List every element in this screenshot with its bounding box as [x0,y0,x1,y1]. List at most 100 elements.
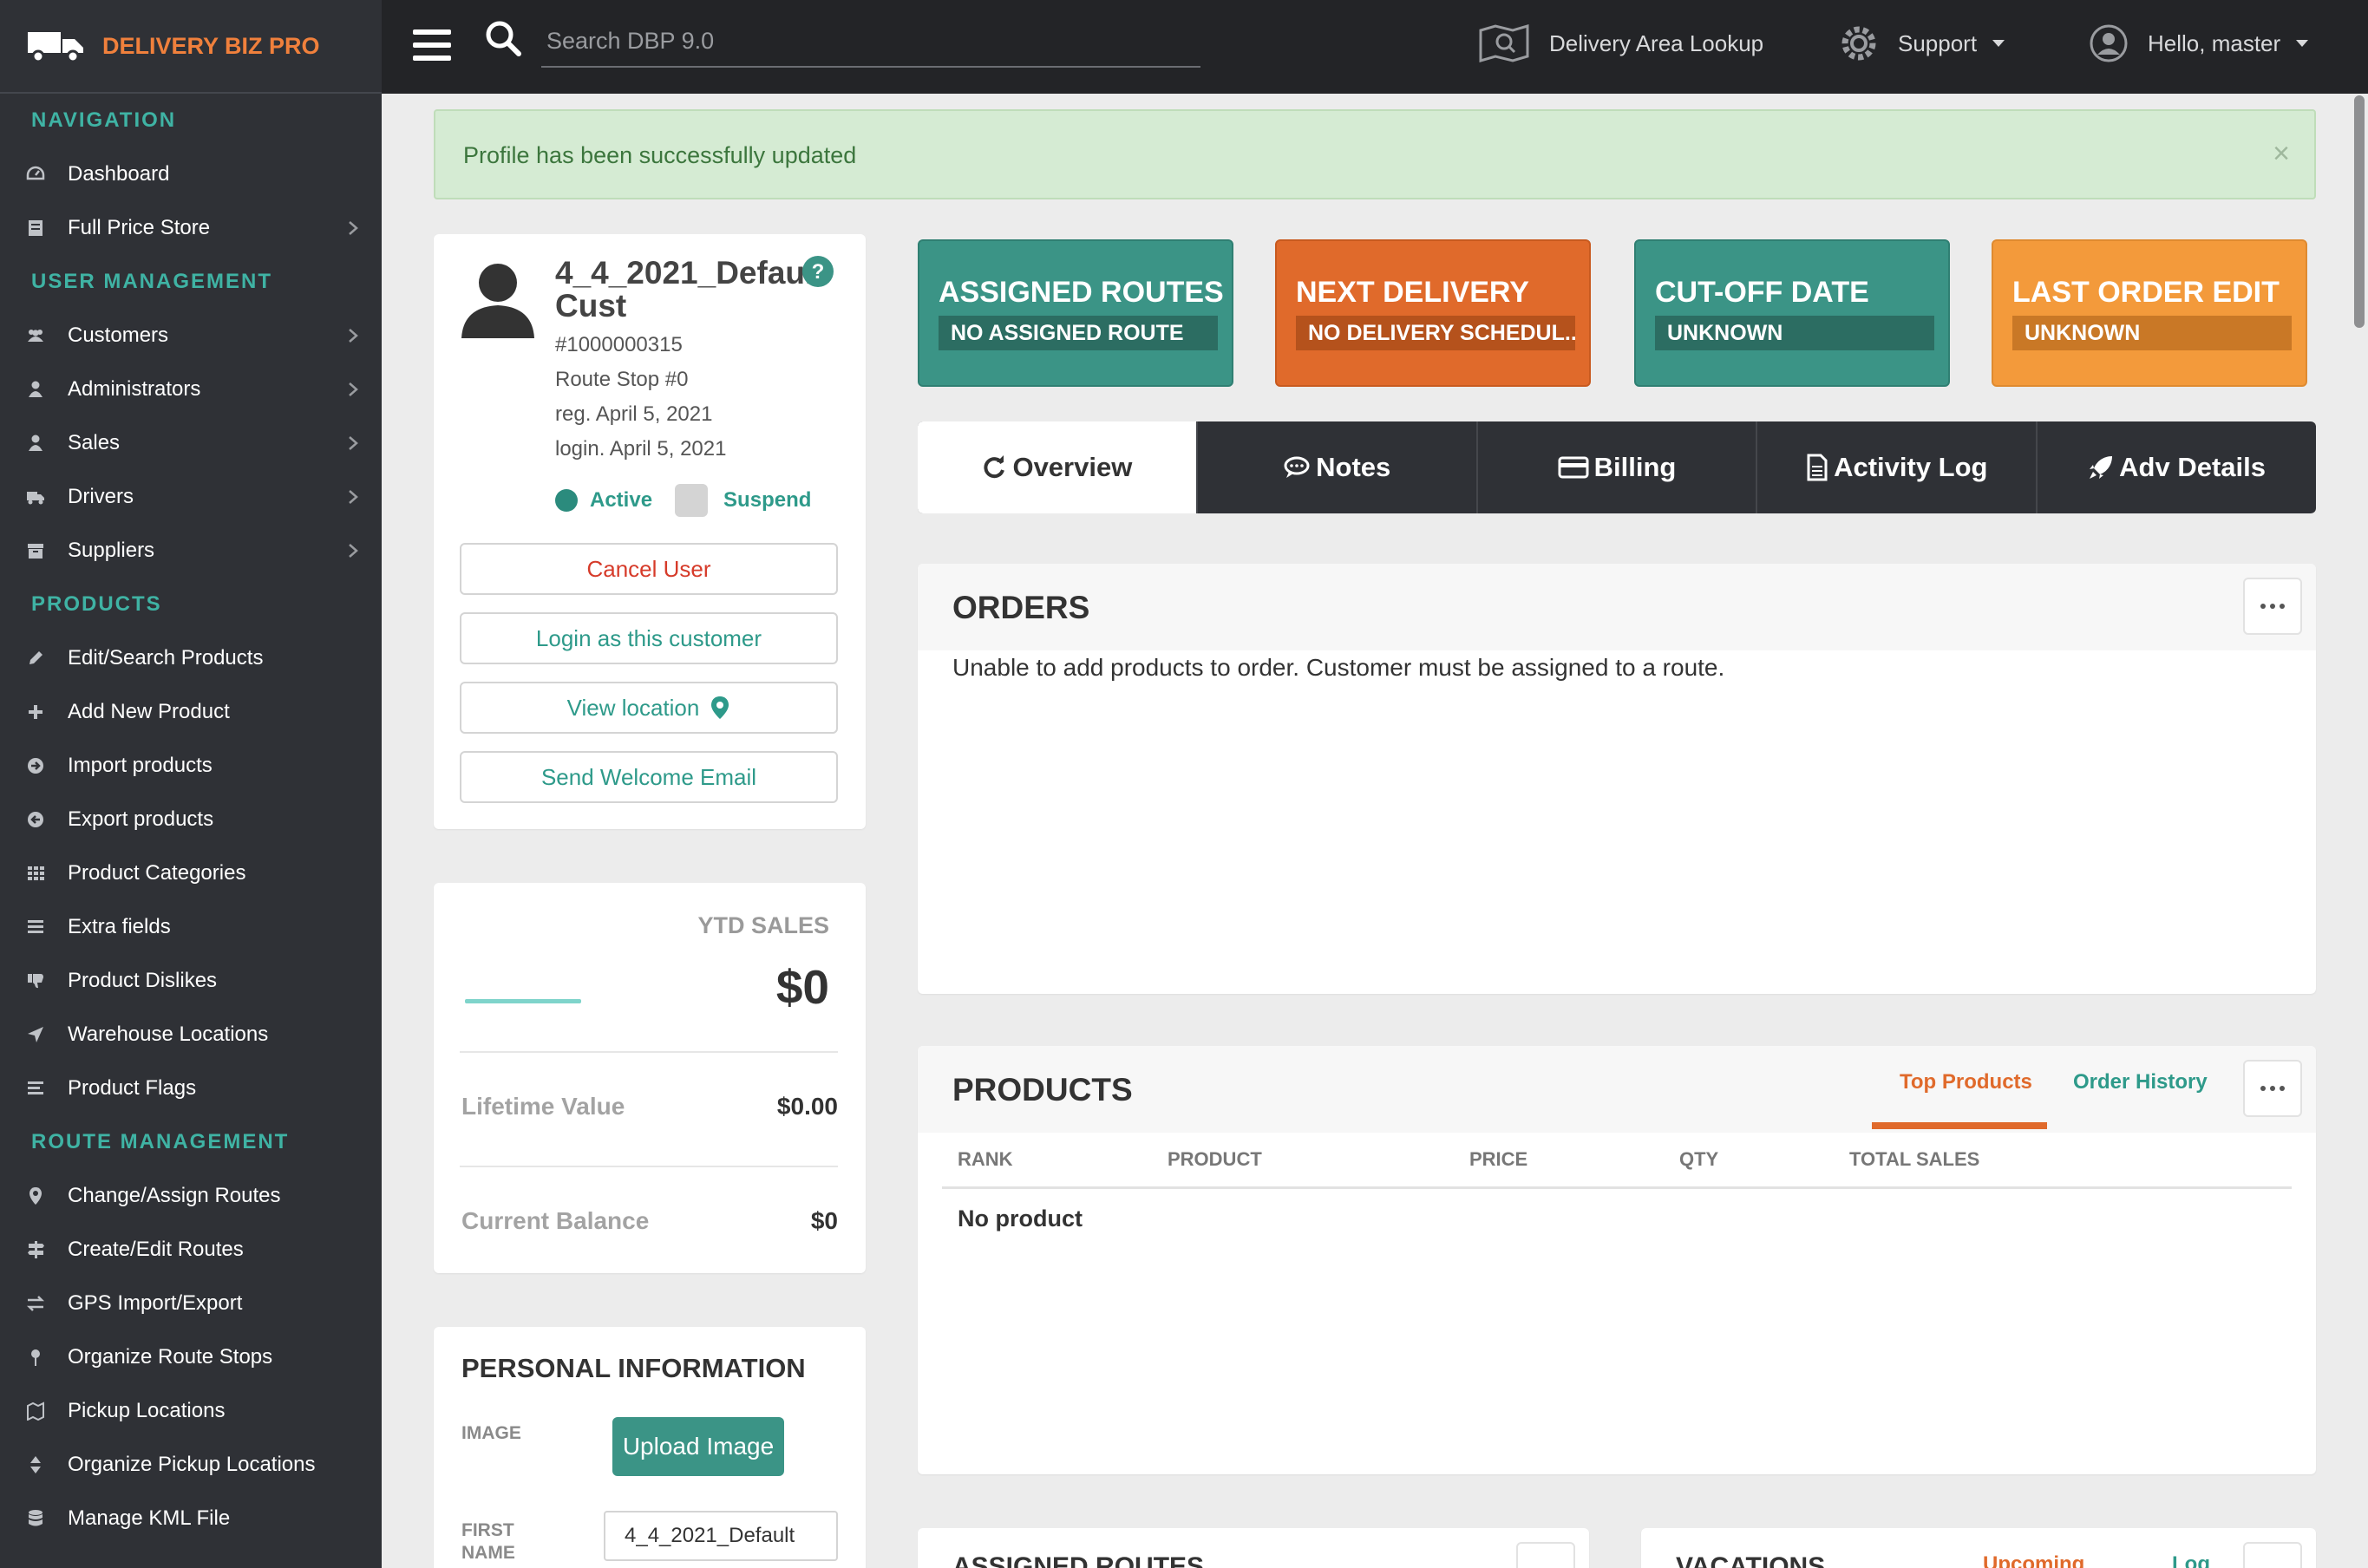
image-label: IMAGE [461,1423,521,1443]
empty-products-message: No product [958,1205,1083,1232]
column-header-total-sales[interactable]: TOTAL SALES [1849,1148,1979,1171]
orders-more-button[interactable] [2243,578,2302,635]
user-icon [26,434,45,453]
last-order-edit-tile[interactable]: LAST ORDER EDIT UNKNOWN [1992,239,2307,387]
tab-top-products[interactable]: Top Products [1900,1070,2032,1094]
support-menu[interactable]: Support [1839,0,2011,87]
tab-label: Billing [1593,452,1677,482]
sidebar-item-warehouse-locations[interactable]: Warehouse Locations [0,1008,382,1062]
sidebar-item-edit-search-products[interactable]: Edit/Search Products [0,631,382,685]
sidebar-item-extra-fields[interactable]: Extra fields [0,900,382,954]
registration-date: reg. April 5, 2021 [555,402,713,426]
current-balance-label: Current Balance [461,1207,650,1234]
menu-toggle-icon[interactable] [413,29,451,61]
sidebar-item-gps-import-export[interactable]: GPS Import/Export [0,1277,382,1330]
sidebar-item-drivers[interactable]: Drivers [0,470,382,524]
cutoff-date-tile[interactable]: CUT-OFF DATE UNKNOWN [1634,239,1950,387]
sidebar-item-pickup-locations[interactable]: Pickup Locations [0,1384,382,1438]
tab-overview[interactable]: Overview [918,421,1198,513]
sidebar-item-create-edit-routes[interactable]: Create/Edit Routes [0,1223,382,1277]
suspend-checkbox[interactable] [675,484,709,517]
sidebar-item-label: Manage KML File [68,1506,231,1530]
cutoff-date-value: UNKNOWN [1655,316,1934,350]
orders-title: ORDERS [952,590,1090,625]
dashboard-icon [26,165,45,184]
sidebar-item-customers[interactable]: Customers [0,309,382,363]
sidebar-item-product-dislikes[interactable]: Product Dislikes [0,954,382,1008]
products-title: PRODUCTS [952,1072,1133,1107]
nav-section-title: PRODUCTS [31,592,162,616]
next-delivery-tile[interactable]: NEXT DELIVERY NO DELIVERY SCHEDUL... [1275,239,1591,387]
file-icon [1807,454,1828,481]
sidebar-item-organize-route-stops[interactable]: Organize Route Stops [0,1330,382,1384]
upload-image-button[interactable]: Upload Image [612,1417,784,1476]
sidebar-item-label: Product Categories [68,861,246,885]
assigned-routes-more-button[interactable] [1516,1542,1575,1568]
sidebar-item-organize-pickup-locations[interactable]: Organize Pickup Locations [0,1438,382,1492]
sidebar-item-administrators[interactable]: Administrators [0,363,382,416]
sidebar-item-product-flags[interactable]: Product Flags [0,1062,382,1115]
exchange-icon [26,1294,45,1313]
avatar [461,264,534,338]
sidebar-item-change-assign-routes[interactable]: Change/Assign Routes [0,1169,382,1223]
help-icon[interactable]: ? [801,255,834,288]
export-icon [26,810,45,829]
tab-activity-log[interactable]: Activity Log [1757,421,2038,513]
ellipsis-icon [2260,604,2266,609]
tab-notes[interactable]: Notes [1198,421,1478,513]
search-icon[interactable] [484,19,522,57]
ytd-sparkline [465,999,581,1003]
sidebar-item-label: Change/Assign Routes [68,1184,281,1207]
page-scrollbar[interactable] [2349,94,2368,1568]
sidebar-item-sales[interactable]: Sales [0,416,382,470]
assigned-routes-tile[interactable]: ASSIGNED ROUTES NO ASSIGNED ROUTE [918,239,1233,387]
active-status-label: Active [590,488,653,512]
rocket-icon [2090,456,2113,479]
tab-upcoming[interactable]: Upcoming [1983,1552,2084,1568]
cancel-user-button[interactable]: Cancel User [460,543,838,595]
tab-log[interactable]: Log [2172,1552,2210,1568]
login-as-customer-button[interactable]: Login as this customer [460,612,838,664]
last-order-edit-title: LAST ORDER EDIT [2012,276,2280,309]
search-input[interactable] [541,16,1200,68]
sidebar-item-dashboard[interactable]: Dashboard [0,147,382,201]
sidebar-item-export-products[interactable]: Export products [0,793,382,846]
sidebar-item-manage-kml-file[interactable]: Manage KML File [0,1492,382,1545]
close-icon[interactable]: × [2273,137,2290,171]
divider [460,1166,838,1167]
vacations-more-button[interactable] [2243,1542,2302,1568]
scrollbar-thumb[interactable] [2354,95,2365,328]
sidebar-item-product-categories[interactable]: Product Categories [0,846,382,900]
sidebar-item-label: Full Price Store [68,216,211,239]
current-balance-value: $0 [810,1207,838,1234]
tab-billing[interactable]: Billing [1478,421,1758,513]
first-name-label: FIRST NAME [461,1519,515,1565]
column-header-rank[interactable]: RANK [958,1148,1013,1171]
delivery-area-lookup-link[interactable]: Delivery Area Lookup [1478,0,1763,87]
view-location-button[interactable]: View location [460,682,838,734]
divider [460,1051,838,1053]
topbar: Delivery Area Lookup Support Hello, mast… [382,0,2368,94]
column-header-price[interactable]: PRICE [1469,1148,1527,1171]
send-welcome-email-button[interactable]: Send Welcome Email [460,751,838,803]
sidebar-item-suppliers[interactable]: Suppliers [0,524,382,578]
signpost-icon [26,1240,45,1259]
brand[interactable]: DELIVERY BIZ PRO [0,0,382,94]
column-header-qty[interactable]: QTY [1679,1148,1718,1171]
assigned-routes-card-title: ASSIGNED ROUTES [952,1552,1205,1568]
user-menu[interactable]: Hello, master [2089,0,2315,87]
first-name-label-line1: FIRST [461,1520,514,1540]
active-status-dot[interactable] [555,489,578,512]
first-name-field[interactable] [604,1511,838,1561]
column-header-product[interactable]: PRODUCT [1168,1148,1262,1171]
sidebar-item-full-price-store[interactable]: Full Price Store [0,201,382,255]
ellipsis-icon [2280,1086,2285,1091]
ellipsis-icon [2270,604,2275,609]
products-more-button[interactable] [2243,1060,2302,1117]
products-card: PRODUCTS Top Products Order History RANK… [918,1046,2316,1474]
ellipsis-icon [2280,604,2285,609]
sidebar-item-add-new-product[interactable]: Add New Product [0,685,382,739]
tab-adv-details[interactable]: Adv Details [2038,421,2316,513]
sidebar-item-import-products[interactable]: Import products [0,739,382,793]
tab-order-history[interactable]: Order History [2073,1070,2208,1094]
